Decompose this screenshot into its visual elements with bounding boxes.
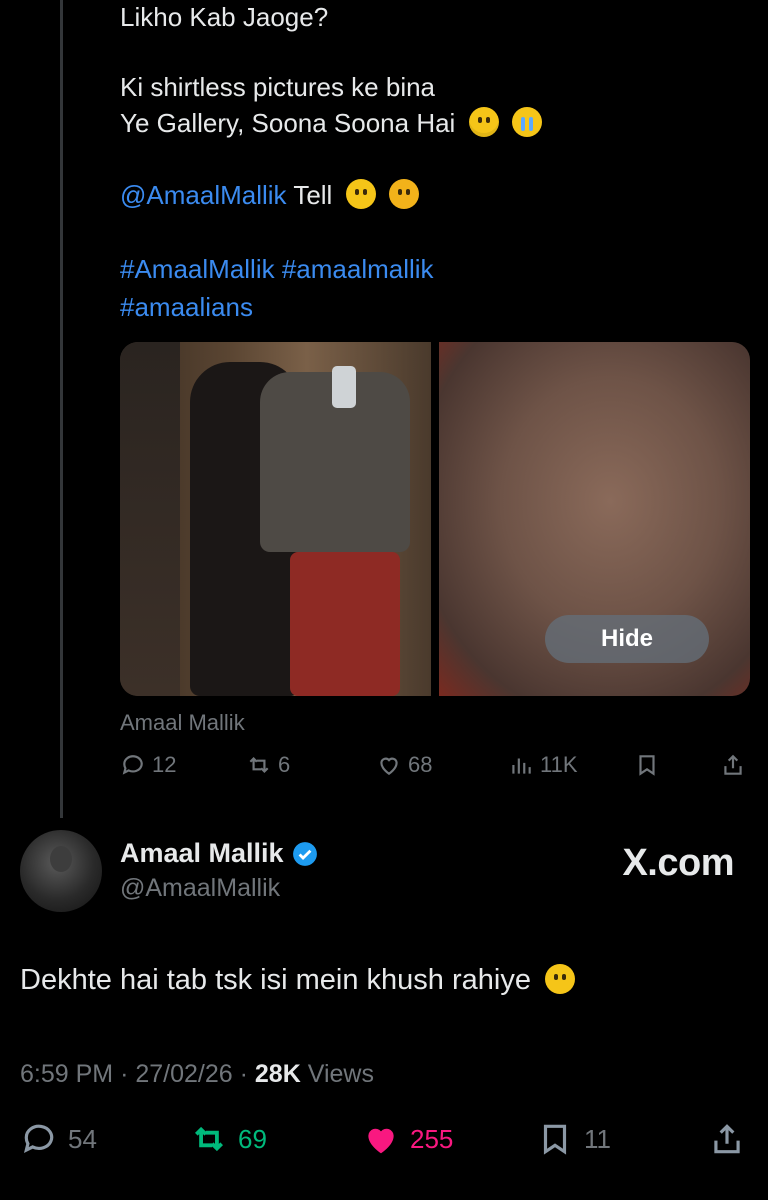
quoted-text-line-2: Ki shirtless pictures ke bina (120, 72, 436, 102)
quoted-media-grid[interactable]: Hide (120, 342, 750, 696)
rolling-laughing-emoji-icon (545, 964, 576, 994)
reply-count: 54 (68, 1123, 97, 1154)
repost-icon (249, 756, 269, 774)
quoted-like-button[interactable]: 68 (376, 752, 432, 778)
repost-button[interactable]: 69 (190, 1120, 267, 1158)
bookmark-icon (543, 1124, 567, 1155)
share-button[interactable] (708, 1120, 746, 1158)
meta-separator: · (120, 1060, 129, 1088)
sad-tear-emoji-icon (468, 107, 499, 137)
reply-icon (122, 755, 143, 775)
quoted-like-count: 68 (408, 752, 433, 777)
photo-phone (332, 366, 356, 408)
gym-mirror-photo[interactable] (120, 342, 431, 696)
quoted-views-button[interactable]: 11K (508, 752, 578, 778)
author-handle[interactable]: @AmaalMallik (120, 874, 280, 903)
quoted-text-tell: Tell (293, 180, 333, 210)
like-button[interactable]: 255 (362, 1120, 453, 1158)
reply-icon (23, 1124, 54, 1154)
share-icon (724, 754, 742, 775)
photo-background (120, 342, 180, 696)
quoted-text-line-4: @AmaalMallik Tell (120, 178, 419, 212)
tweet-date[interactable]: 27/02/26 (135, 1060, 232, 1088)
tweet-views-label: Views (307, 1060, 374, 1088)
heart-icon (380, 757, 398, 775)
peeking-face-emoji-icon (388, 179, 419, 209)
tweet-action-bar: 54 69 255 11 (0, 1120, 768, 1164)
photo-figure-2-pants (290, 552, 400, 696)
quoted-action-bar: 12 6 68 11K (120, 752, 750, 784)
mention-link[interactable]: @AmaalMallik (120, 180, 287, 210)
media-credit: Amaal Mallik (120, 710, 245, 735)
thread-connector-line (60, 0, 63, 818)
bookmark-count: 11 (584, 1123, 611, 1154)
like-count: 255 (410, 1123, 454, 1154)
views-chart-icon (512, 758, 531, 774)
quoted-repost-button[interactable]: 6 (246, 752, 290, 778)
repost-count: 69 (238, 1123, 267, 1154)
heart-filled-icon (368, 1128, 394, 1154)
quoted-views-count: 11K (540, 752, 578, 777)
hashtags-line-2[interactable]: #amaalians (120, 290, 253, 324)
tweet-meta: 6:59 PM · 27/02/26 · 28K Views (20, 1060, 374, 1089)
quoted-repost-count: 6 (278, 752, 291, 777)
quoted-text-line-3: Ye Gallery, Soona Soona Hai (120, 106, 542, 140)
bookmark-icon (639, 755, 655, 776)
verified-badge-icon (292, 841, 317, 866)
author-name[interactable]: Amaal Mallik (120, 838, 318, 869)
author-name-text: Amaal Mallik (120, 838, 284, 868)
quoted-text-line-1: Likho Kab Jaoge? (120, 2, 329, 32)
yum-emoji-icon (345, 179, 376, 209)
quoted-reply-count: 12 (152, 752, 177, 777)
avatar[interactable] (20, 830, 102, 912)
tweet-views-count: 28K (254, 1060, 301, 1088)
hashtags-line-1[interactable]: #AmaalMallik #amaalmallik (120, 252, 434, 286)
quoted-share-button[interactable] (720, 752, 746, 778)
bookmark-button[interactable]: 11 (536, 1120, 611, 1158)
reply-button[interactable]: 54 (20, 1120, 97, 1158)
quoted-reply-button[interactable]: 12 (120, 752, 176, 778)
crying-emoji-icon (511, 107, 542, 137)
tweet-text-content: Dekhte hai tab tsk isi mein khush rahiye (20, 964, 531, 996)
quoted-bookmark-button[interactable] (634, 752, 660, 778)
share-icon (714, 1124, 740, 1154)
quoted-text-line-3-text: Ye Gallery, Soona Soona Hai (120, 108, 456, 138)
tweet-text: Dekhte hai tab tsk isi mein khush rahiye (20, 964, 576, 997)
media-divider (431, 342, 439, 696)
meta-separator: · (239, 1060, 248, 1088)
hide-media-button[interactable]: Hide (545, 615, 709, 663)
tweet-time[interactable]: 6:59 PM (20, 1060, 113, 1088)
x-com-watermark: X.com (622, 842, 734, 884)
repost-icon (194, 1126, 224, 1152)
